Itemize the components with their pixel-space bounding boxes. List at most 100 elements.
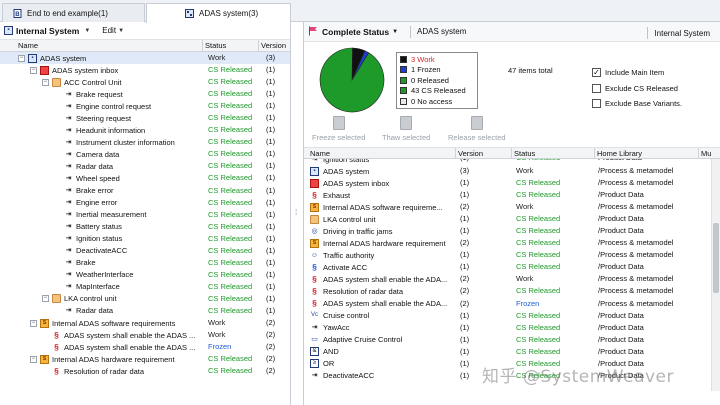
variant-icon: Vc xyxy=(310,312,318,319)
list-row[interactable]: § ADAS system shall enable the ADA... (2) W… xyxy=(304,273,720,285)
tree-row[interactable]: ⇥ DeactivateACC CS Released (1) xyxy=(0,245,290,257)
structure-tree-pane: ▪ Internal System ▼ Edit ▼ Name Status V… xyxy=(0,22,291,405)
tree-row[interactable]: − ADAS system inbox CS Released (1) xyxy=(0,64,290,76)
list-row-version: (1) xyxy=(460,370,470,380)
checkbox-checked-icon[interactable]: ✓ xyxy=(592,68,601,78)
list-row[interactable]: ▪ ADAS system (3) Work/Process & metamodel xyxy=(304,165,720,177)
column-status[interactable]: Status xyxy=(514,149,535,158)
tab-end-to-end-example[interactable]: B End to end example(1) xyxy=(2,3,145,22)
tree-row[interactable]: § Resolution of radar data CS Released (2) xyxy=(0,365,290,377)
list-row-name: YawAcc xyxy=(323,323,350,333)
scrollbar-thumb[interactable] xyxy=(713,223,719,293)
column-more[interactable]: Mu xyxy=(701,149,711,158)
list-row[interactable]: ☺ Traffic authority (1) CS Released/Process… xyxy=(304,249,720,261)
status-view-selector[interactable]: Complete Status ▼ xyxy=(308,26,404,38)
column-version[interactable]: Version xyxy=(458,149,483,158)
tree-row[interactable]: ⇥ WeatherInterface CS Released (1) xyxy=(0,269,290,281)
freeze-selected-button[interactable]: Freeze selected xyxy=(312,116,365,142)
view-selector[interactable]: ▪ Internal System ▼ xyxy=(4,26,90,36)
or-gate-icon: ≥ xyxy=(310,359,319,369)
tree-row[interactable]: ⇥ Battery status CS Released (1) xyxy=(0,221,290,233)
list-row[interactable]: § ADAS system shall enable the ADA... (2) F… xyxy=(304,298,720,310)
tree-row[interactable]: ⇥ Headunit information CS Released (1) xyxy=(0,124,290,136)
tree-row[interactable]: ⇥ Brake error CS Released (1) xyxy=(0,185,290,197)
tree-row[interactable]: ⇥ MapInterface CS Released (1) xyxy=(0,281,290,293)
list-row-library: /Product Data xyxy=(598,322,644,332)
list-row[interactable]: § Resolution of radar data (2) CS Released /… xyxy=(304,285,720,297)
tree-row[interactable]: − LKA control unit CS Released (1) xyxy=(0,293,290,305)
list-row[interactable]: Vc Cruise control (1) CS Released/Product D… xyxy=(304,310,720,322)
tree-row[interactable]: ⇥ Wheel speed CS Released (1) xyxy=(0,172,290,184)
tree-row[interactable]: − ACC Control Unit CS Released (1) xyxy=(0,76,290,88)
list-row-name: DeactivateACC xyxy=(323,371,375,381)
column-status[interactable]: Status xyxy=(205,41,226,50)
tree-row[interactable]: ⇥ Inertial measurement CS Released (1) xyxy=(0,209,290,221)
tree-row-label: Ignition status xyxy=(76,234,123,244)
list-row[interactable]: ⇥ YawAcc (1) CS Released/Product Data xyxy=(304,322,720,334)
list-row[interactable]: & AND (1) CS Released/Product Data xyxy=(304,346,720,358)
list-row[interactable]: S Internal ADAS hardware requirement (2) CS… xyxy=(304,237,720,249)
column-name[interactable]: Name xyxy=(310,149,330,158)
column-version[interactable]: Version xyxy=(261,41,286,50)
list-row[interactable]: ▭ Adaptive Cruise Control (1) CS Released/P… xyxy=(304,334,720,346)
tab-adas-system[interactable]: ADAS system(3) xyxy=(146,3,291,23)
tree-row[interactable]: ⇥ Engine control request CS Released (1) xyxy=(0,100,290,112)
interface-arrow-icon: ⇥ xyxy=(65,138,72,146)
tree-row[interactable]: ⇥ Radar data CS Released (1) xyxy=(0,160,290,172)
list-row-status: CS Released xyxy=(516,178,561,188)
tree-row[interactable]: § ADAS system shall enable the ADAS ... Wo… xyxy=(0,329,290,341)
collapse-toggle[interactable]: − xyxy=(30,66,37,74)
column-name[interactable]: Name xyxy=(18,41,38,50)
interface-arrow-icon: ⇥ xyxy=(65,90,72,98)
tree-row[interactable]: − S Internal ADAS software requirements Wor… xyxy=(0,317,290,329)
list-row[interactable]: ADAS system inbox (1) CS Released/Process … xyxy=(304,177,720,189)
tree-row-version: (1) xyxy=(266,269,276,279)
collapse-toggle[interactable]: − xyxy=(30,319,37,327)
list-row-name: ADAS system xyxy=(323,166,370,176)
scope-label-text: Internal System xyxy=(654,28,710,38)
tree-row[interactable]: ⇥ Camera data CS Released (1) xyxy=(0,148,290,160)
release-selected-button[interactable]: Release selected xyxy=(448,116,506,142)
list-row[interactable]: S Internal ADAS software requireme... (2) W… xyxy=(304,201,720,213)
filter-checkbox[interactable]: ✓ Include Main Item xyxy=(592,65,682,81)
list-row-name: Activate ACC xyxy=(323,262,368,272)
pane-splitter[interactable]: ⁞ xyxy=(295,208,297,217)
collapse-toggle[interactable]: − xyxy=(30,355,37,363)
tree-row[interactable]: ⇥ Steering request CS Released (1) xyxy=(0,112,290,124)
list-row[interactable]: ◎ Driving in traffic jams (1) CS Released/P… xyxy=(304,225,720,237)
tree-row-status: CS Released xyxy=(208,77,253,87)
column-home-library[interactable]: Home Library xyxy=(597,149,642,158)
edit-menu[interactable]: Edit ▼ xyxy=(102,26,124,35)
collapse-toggle[interactable]: − xyxy=(42,78,49,86)
list-row-name: ADAS system shall enable the ADA... xyxy=(323,274,448,284)
filter-checkbox[interactable]: Exclude CS Released xyxy=(592,81,682,97)
interface-arrow-icon: ⇥ xyxy=(65,150,72,158)
and-gate-icon: & xyxy=(310,347,319,357)
list-row[interactable]: LKA control unit (1) CS Released/Product D… xyxy=(304,213,720,225)
legend-label: 43 CS Released xyxy=(411,86,466,96)
tree-row[interactable]: ⇥ Engine error CS Released (1) xyxy=(0,197,290,209)
tree-row-version: (1) xyxy=(266,281,276,291)
tree-row[interactable]: − ▪ ADAS system Work (3) xyxy=(0,52,290,65)
vertical-scrollbar[interactable] xyxy=(711,159,720,391)
collapse-toggle[interactable]: − xyxy=(18,54,25,62)
tree-row[interactable]: ⇥ Brake CS Released (1) xyxy=(0,257,290,269)
checkbox-empty-icon[interactable] xyxy=(592,83,601,93)
tree-row[interactable]: ⇥ Instrument cluster information CS Releas… xyxy=(0,136,290,148)
collapse-toggle[interactable]: − xyxy=(42,295,49,303)
filter-checkbox[interactable]: Exclude Base Variants. xyxy=(592,96,682,112)
list-row[interactable]: § Activate ACC (1) CS Released/Product Data xyxy=(304,261,720,273)
checkbox-empty-icon[interactable] xyxy=(592,99,601,109)
list-row[interactable]: § Exhaust (1) CS Released/Product Data xyxy=(304,189,720,201)
tree-row[interactable]: ⇥ Radar data CS Released (1) xyxy=(0,305,290,317)
tree-row-status: Work xyxy=(208,330,226,340)
tree-row-version: (3) xyxy=(266,53,276,62)
tree-row[interactable]: § ADAS system shall enable the ADAS ... Fr… xyxy=(0,341,290,353)
list-row-status: CS Released xyxy=(516,310,561,320)
tree-row[interactable]: ⇥ Brake request CS Released (1) xyxy=(0,88,290,100)
list-row-version: (1) xyxy=(460,226,470,236)
list-row-library: /Process & metamodel xyxy=(598,298,674,308)
thaw-selected-button[interactable]: Thaw selected xyxy=(382,116,430,142)
tree-row[interactable]: − S Internal ADAS hardware requirement CS R… xyxy=(0,353,290,365)
tree-row[interactable]: ⇥ Ignition status CS Released (1) xyxy=(0,233,290,245)
